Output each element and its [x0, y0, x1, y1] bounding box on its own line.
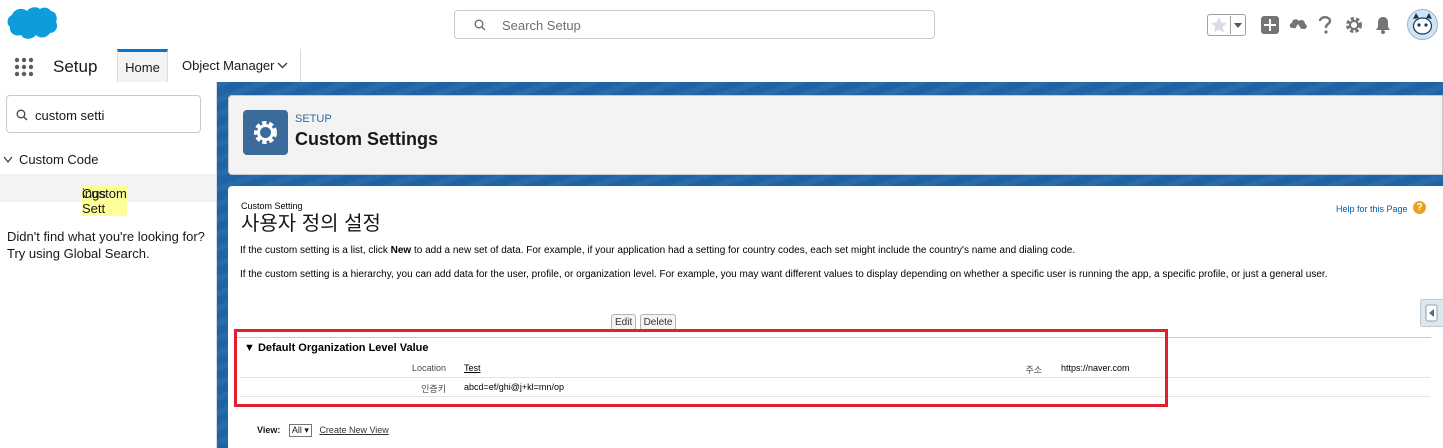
tab-object-manager[interactable]: Object Manager: [168, 49, 301, 82]
tab-home[interactable]: Home: [117, 49, 168, 82]
chevron-left-icon: [1425, 304, 1438, 322]
description-paragraph-1: If the custom setting is a list, click N…: [240, 245, 1430, 257]
help-link[interactable]: Help for this Page: [1336, 204, 1408, 214]
sidebar-collapse-toggle[interactable]: [1420, 299, 1443, 327]
user-avatar[interactable]: [1407, 9, 1438, 40]
add-icon[interactable]: [1261, 16, 1279, 34]
content-panel: [228, 186, 1443, 448]
page-eyebrow: SETUP: [295, 113, 332, 125]
favorites-dropdown-icon[interactable]: [1230, 16, 1245, 34]
setup-gear-icon[interactable]: [1345, 16, 1363, 34]
salesforce-logo[interactable]: [6, 6, 58, 45]
app-launcher-icon[interactable]: [14, 57, 34, 77]
search-placeholder: Search Setup: [502, 18, 581, 33]
global-search-input[interactable]: Search Setup: [454, 10, 935, 39]
notifications-bell-icon[interactable]: [1374, 15, 1392, 35]
not-found-line1: Didn't find what you're looking for?: [7, 229, 205, 244]
search-icon: [474, 19, 486, 31]
highlight-annotation-box: [234, 329, 1168, 407]
setup-sidebar: [0, 82, 217, 448]
quick-find-value: custom setti: [35, 108, 105, 123]
chevron-down-icon: ▾: [304, 425, 309, 435]
search-icon: [16, 109, 28, 121]
not-found-message: Didn't find what you're looking for? Try…: [7, 228, 205, 262]
button-row: Edit Delete: [611, 314, 677, 331]
tab-object-manager-label: Object Manager: [182, 58, 275, 73]
help-icon[interactable]: [1318, 15, 1332, 35]
para1-pre: If the custom setting is a list, click: [240, 245, 391, 256]
gear-icon: [254, 121, 277, 144]
tree-item-label-rest: ings: [82, 186, 106, 201]
tree-item-custom-code-label: Custom Code: [19, 152, 99, 167]
help-icon[interactable]: ?: [1413, 201, 1426, 214]
description-paragraph-2: If the custom setting is a hierarchy, yo…: [240, 269, 1328, 280]
favorites-button[interactable]: [1207, 14, 1246, 36]
create-new-view-link[interactable]: Create New View: [319, 425, 388, 435]
chevron-down-icon[interactable]: [277, 62, 288, 69]
view-select-value: All: [291, 425, 302, 435]
trailhead-icon[interactable]: [1288, 16, 1308, 34]
para1-post: to add a new set of data. For example, i…: [411, 245, 1076, 256]
view-label: View:: [257, 425, 281, 435]
setting-name-title: 사용자 정의 설정: [241, 213, 381, 235]
view-filter-row: View: All ▾ Create New View: [257, 424, 389, 437]
quick-find-input[interactable]: custom setti: [6, 95, 201, 133]
view-select[interactable]: All ▾: [288, 424, 312, 437]
chevron-down-icon[interactable]: [3, 156, 13, 164]
page-title: Custom Settings: [295, 129, 439, 149]
para1-bold: New: [390, 245, 412, 256]
tree-item-custom-settings[interactable]: Custom Sett ings: [0, 174, 216, 216]
global-search-hint: Try using Global Search.: [7, 246, 150, 261]
page-header-icon: [243, 110, 288, 155]
app-title: Setup: [53, 57, 98, 76]
favorites-star-icon: [1211, 17, 1227, 33]
